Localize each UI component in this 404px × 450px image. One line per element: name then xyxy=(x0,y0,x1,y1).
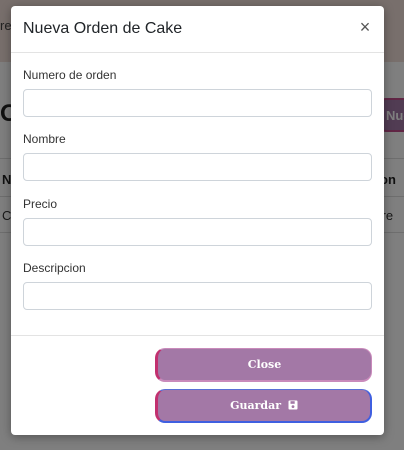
close-button[interactable]: Close xyxy=(155,348,372,382)
floppy-disk-icon xyxy=(288,391,298,423)
save-button[interactable]: Guardar xyxy=(155,389,372,423)
order-number-input[interactable] xyxy=(23,89,372,117)
name-input[interactable] xyxy=(23,153,372,181)
description-input[interactable] xyxy=(23,282,372,310)
close-icon[interactable]: × xyxy=(357,18,373,36)
save-button-label: Guardar xyxy=(230,399,282,412)
price-label: Precio xyxy=(23,197,58,211)
order-number-label: Numero de orden xyxy=(23,68,117,82)
close-button-label: Close xyxy=(247,358,282,371)
new-order-modal: Nueva Orden de Cake × Numero de orden No… xyxy=(11,6,384,435)
description-label: Descripcion xyxy=(23,261,86,275)
modal-footer-divider xyxy=(11,335,384,336)
modal-header: Nueva Orden de Cake × xyxy=(11,6,384,53)
name-label: Nombre xyxy=(23,132,66,146)
price-input[interactable] xyxy=(23,218,372,246)
modal-title: Nueva Orden de Cake xyxy=(23,20,183,37)
